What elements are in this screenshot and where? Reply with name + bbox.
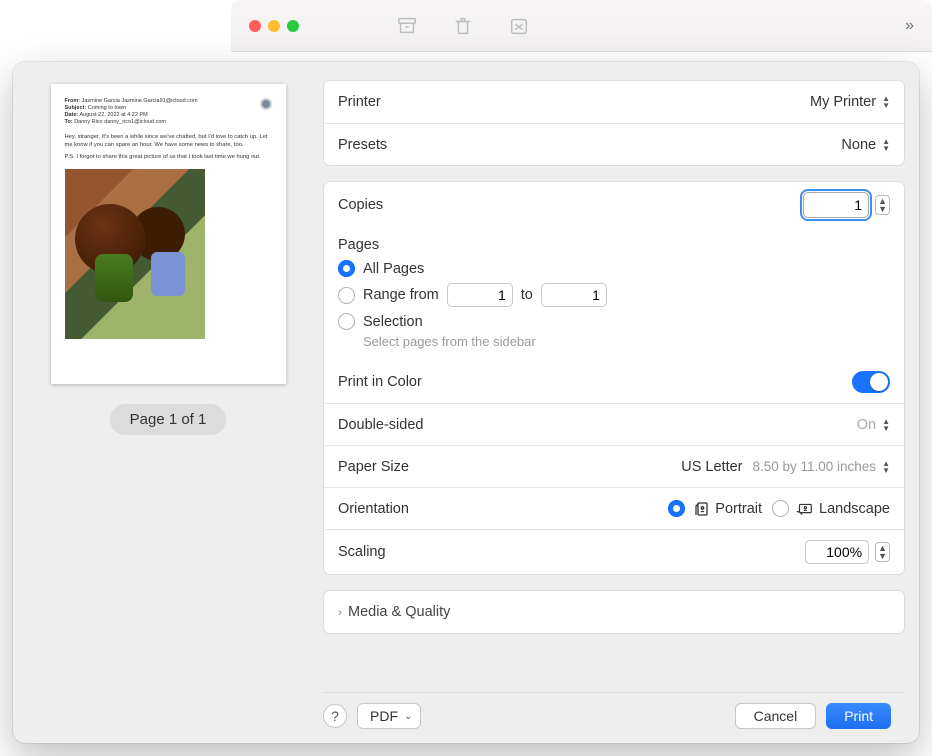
print-button[interactable]: Print bbox=[826, 703, 891, 729]
printer-label: Printer bbox=[338, 94, 381, 110]
avatar-icon bbox=[260, 98, 272, 110]
preview-pane: ◇ From: Jasmine Garcia Jasmine.Garcia91@… bbox=[13, 62, 323, 743]
pages-selection-option[interactable]: Selection bbox=[338, 310, 890, 333]
print-color-row: Print in Color bbox=[324, 361, 904, 403]
orientation-portrait-option[interactable]: Portrait bbox=[668, 500, 762, 518]
printer-select[interactable]: My Printer ▲▼ bbox=[810, 94, 890, 110]
print-form: Printer My Printer ▲▼ Presets None ▲▼ Co… bbox=[323, 62, 919, 743]
copies-input[interactable] bbox=[803, 192, 869, 218]
updown-icon: ▲▼ bbox=[882, 460, 890, 474]
paper-size-label: Paper Size bbox=[338, 459, 409, 475]
radio-checked-icon[interactable] bbox=[668, 500, 685, 517]
double-sided-row[interactable]: Double-sided On ▲▼ bbox=[324, 403, 904, 445]
radio-icon[interactable] bbox=[338, 287, 355, 304]
traffic-minimize-icon bbox=[268, 20, 280, 32]
scaling-row: Scaling ▲▼ bbox=[324, 529, 904, 574]
orientation-landscape-option[interactable]: Landscape bbox=[772, 500, 890, 518]
orientation-row: Orientation Portrait bbox=[324, 487, 904, 529]
printer-row[interactable]: Printer My Printer ▲▼ bbox=[324, 81, 904, 123]
preview-photo bbox=[65, 169, 205, 339]
updown-icon: ▲▼ bbox=[882, 138, 890, 152]
cancel-button[interactable]: Cancel bbox=[735, 703, 817, 729]
presets-row[interactable]: Presets None ▲▼ bbox=[324, 123, 904, 165]
copies-stepper[interactable]: ▲▼ bbox=[875, 195, 890, 215]
landscape-icon bbox=[794, 500, 814, 518]
double-sided-select[interactable]: On ▲▼ bbox=[857, 417, 890, 433]
print-color-label: Print in Color bbox=[338, 374, 422, 390]
dialog-footer: ? PDF ⌄ Cancel Print bbox=[323, 692, 905, 743]
media-quality-label: Media & Quality bbox=[348, 604, 450, 620]
orientation-label: Orientation bbox=[338, 501, 409, 517]
pages-block: Pages All Pages Range from to Selection … bbox=[324, 228, 904, 361]
radio-checked-icon[interactable] bbox=[338, 260, 355, 277]
selection-hint: Select pages from the sidebar bbox=[363, 334, 890, 349]
presets-label: Presets bbox=[338, 137, 387, 153]
chevron-down-icon: ⌄ bbox=[404, 711, 412, 722]
background-toolbar bbox=[396, 15, 530, 37]
traffic-close-icon bbox=[249, 20, 261, 32]
copies-row: Copies ▲▼ bbox=[324, 182, 904, 228]
pages-label: Pages bbox=[338, 237, 890, 253]
paper-size-select[interactable]: US Letter 8.50 by 11.00 inches ▲▼ bbox=[681, 459, 890, 475]
paper-size-row[interactable]: Paper Size US Letter 8.50 by 11.00 inche… bbox=[324, 445, 904, 487]
pages-range-option[interactable]: Range from to bbox=[338, 280, 890, 310]
overflow-icon: » bbox=[905, 17, 914, 35]
printer-presets-group: Printer My Printer ▲▼ Presets None ▲▼ bbox=[323, 80, 905, 166]
background-window-titlebar: » bbox=[231, 0, 932, 52]
pdf-menu-button[interactable]: PDF ⌄ bbox=[357, 703, 421, 729]
scaling-input[interactable] bbox=[805, 540, 869, 564]
print-options-group: Copies ▲▼ Pages All Pages Range from to bbox=[323, 181, 905, 575]
junk-icon bbox=[508, 15, 530, 37]
page-indicator: Page 1 of 1 bbox=[110, 404, 227, 435]
pages-all-option[interactable]: All Pages bbox=[338, 257, 890, 280]
radio-icon[interactable] bbox=[338, 313, 355, 330]
scaling-label: Scaling bbox=[338, 544, 386, 560]
updown-icon: ▲▼ bbox=[882, 95, 890, 109]
presets-select[interactable]: None ▲▼ bbox=[841, 137, 890, 153]
help-button[interactable]: ? bbox=[323, 704, 347, 728]
scaling-stepper[interactable]: ▲▼ bbox=[875, 542, 890, 562]
traffic-zoom-icon bbox=[287, 20, 299, 32]
range-from-input[interactable] bbox=[447, 283, 513, 307]
archive-icon bbox=[396, 15, 418, 37]
trash-icon bbox=[452, 15, 474, 37]
portrait-icon bbox=[690, 500, 710, 518]
range-to-input[interactable] bbox=[541, 283, 607, 307]
copies-label: Copies bbox=[338, 197, 383, 213]
preview-page: ◇ From: Jasmine Garcia Jasmine.Garcia91@… bbox=[51, 84, 286, 384]
media-quality-disclosure[interactable]: › Media & Quality bbox=[323, 590, 905, 634]
print-color-toggle[interactable] bbox=[852, 371, 890, 393]
radio-icon[interactable] bbox=[772, 500, 789, 517]
updown-icon: ▲▼ bbox=[882, 418, 890, 432]
print-dialog: ◇ From: Jasmine Garcia Jasmine.Garcia91@… bbox=[13, 62, 919, 743]
chevron-right-icon: › bbox=[338, 605, 342, 619]
double-sided-label: Double-sided bbox=[338, 417, 423, 433]
